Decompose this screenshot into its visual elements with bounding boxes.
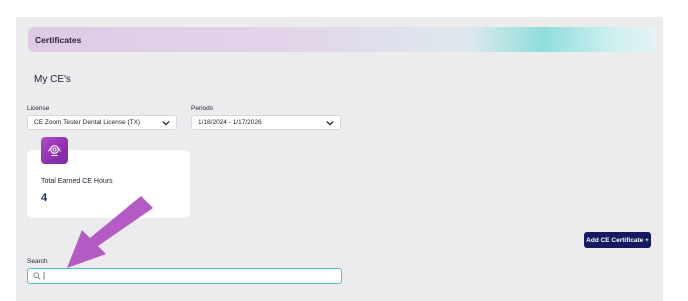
page-title: My CE's	[34, 74, 71, 85]
card-value: 4	[41, 192, 48, 204]
card-label: Total Earned CE Hours	[41, 178, 113, 185]
search-label: Search	[27, 258, 48, 265]
license-select-value: CE Zoom Tester Dental License (TX)	[34, 119, 141, 126]
text-cursor: |	[43, 271, 46, 280]
search-icon	[33, 272, 41, 280]
chevron-down-icon	[162, 120, 170, 125]
banner-title: Certificates	[35, 34, 82, 45]
periods-label: Periods	[191, 105, 214, 112]
search-input[interactable]: |	[27, 268, 342, 284]
certificate-badge-icon	[41, 137, 68, 164]
certificates-panel: Certificates My CE's License CE Zoom Tes…	[16, 17, 663, 301]
periods-select[interactable]: 1/18/2024 - 1/17/2026	[191, 115, 341, 130]
periods-select-value: 1/18/2024 - 1/17/2026	[198, 119, 262, 126]
certificates-banner: Certificates	[28, 27, 656, 52]
license-label: License	[27, 105, 50, 112]
add-ce-certificate-button[interactable]: Add CE Certificate +	[584, 232, 651, 248]
license-select[interactable]: CE Zoom Tester Dental License (TX)	[27, 115, 177, 130]
chevron-down-icon	[326, 120, 334, 125]
